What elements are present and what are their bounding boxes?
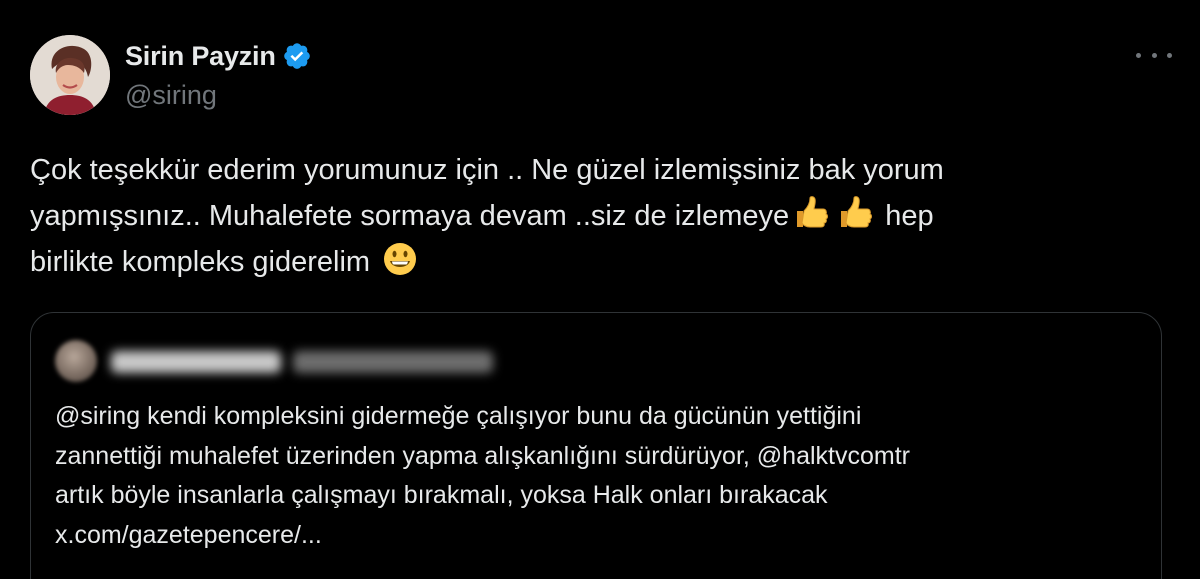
tweet-text-line: Çok teşekkür ederim yorumunuz için .. Ne… — [30, 154, 944, 186]
tweet-text-segment: yapmışsınız.. Muhalefete sormaya devam .… — [30, 200, 790, 232]
profile-photo-icon — [30, 35, 110, 115]
quoted-tweet-card[interactable]: @siring kendi kompleksini gidermeğe çalı… — [30, 312, 1162, 579]
author-name-row[interactable]: Sirin Payzin — [125, 38, 312, 74]
verified-badge-icon — [282, 41, 312, 71]
tweet-text-segment: birlikte kompleks giderelim — [30, 246, 371, 278]
dot-icon — [1136, 52, 1141, 58]
tweet-text-line: birlikte kompleks giderelim — [30, 239, 1150, 285]
author-display-name[interactable]: Sirin Payzin — [125, 41, 276, 72]
grinning-face-icon — [382, 241, 418, 277]
author-avatar[interactable] — [30, 35, 110, 115]
dot-icon — [1167, 52, 1172, 58]
thumbs-up-icon — [793, 195, 829, 231]
thumbs-up-icon — [837, 195, 873, 231]
quoted-author-handle-blurred — [293, 351, 493, 373]
tweet-text-segment: hep — [885, 200, 934, 232]
quoted-link[interactable]: x.com/gazetepencere/... — [55, 516, 1145, 556]
dot-icon — [1151, 52, 1157, 58]
tweet-text-line: yapmışsınız.. Muhalefete sormaya devam .… — [30, 193, 1150, 239]
ellipsis-icon[interactable] — [1136, 40, 1172, 70]
author-handle[interactable]: @siring — [125, 80, 217, 111]
quoted-author-avatar[interactable] — [55, 340, 97, 382]
tweet-text: Çok teşekkür ederim yorumunuz için .. Ne… — [30, 147, 1150, 285]
quoted-text-line: @siring kendi kompleksini gidermeğe çalı… — [55, 402, 862, 430]
quoted-text-line: artık böyle insanlarla çalışmayı bırakma… — [55, 481, 828, 509]
quoted-author-name-blurred — [111, 351, 281, 373]
quoted-text-line: zannettiği muhalefet üzerinden yapma alı… — [55, 441, 910, 470]
quoted-tweet-text: @siring kendi kompleksini gidermeğe çalı… — [55, 397, 1145, 555]
